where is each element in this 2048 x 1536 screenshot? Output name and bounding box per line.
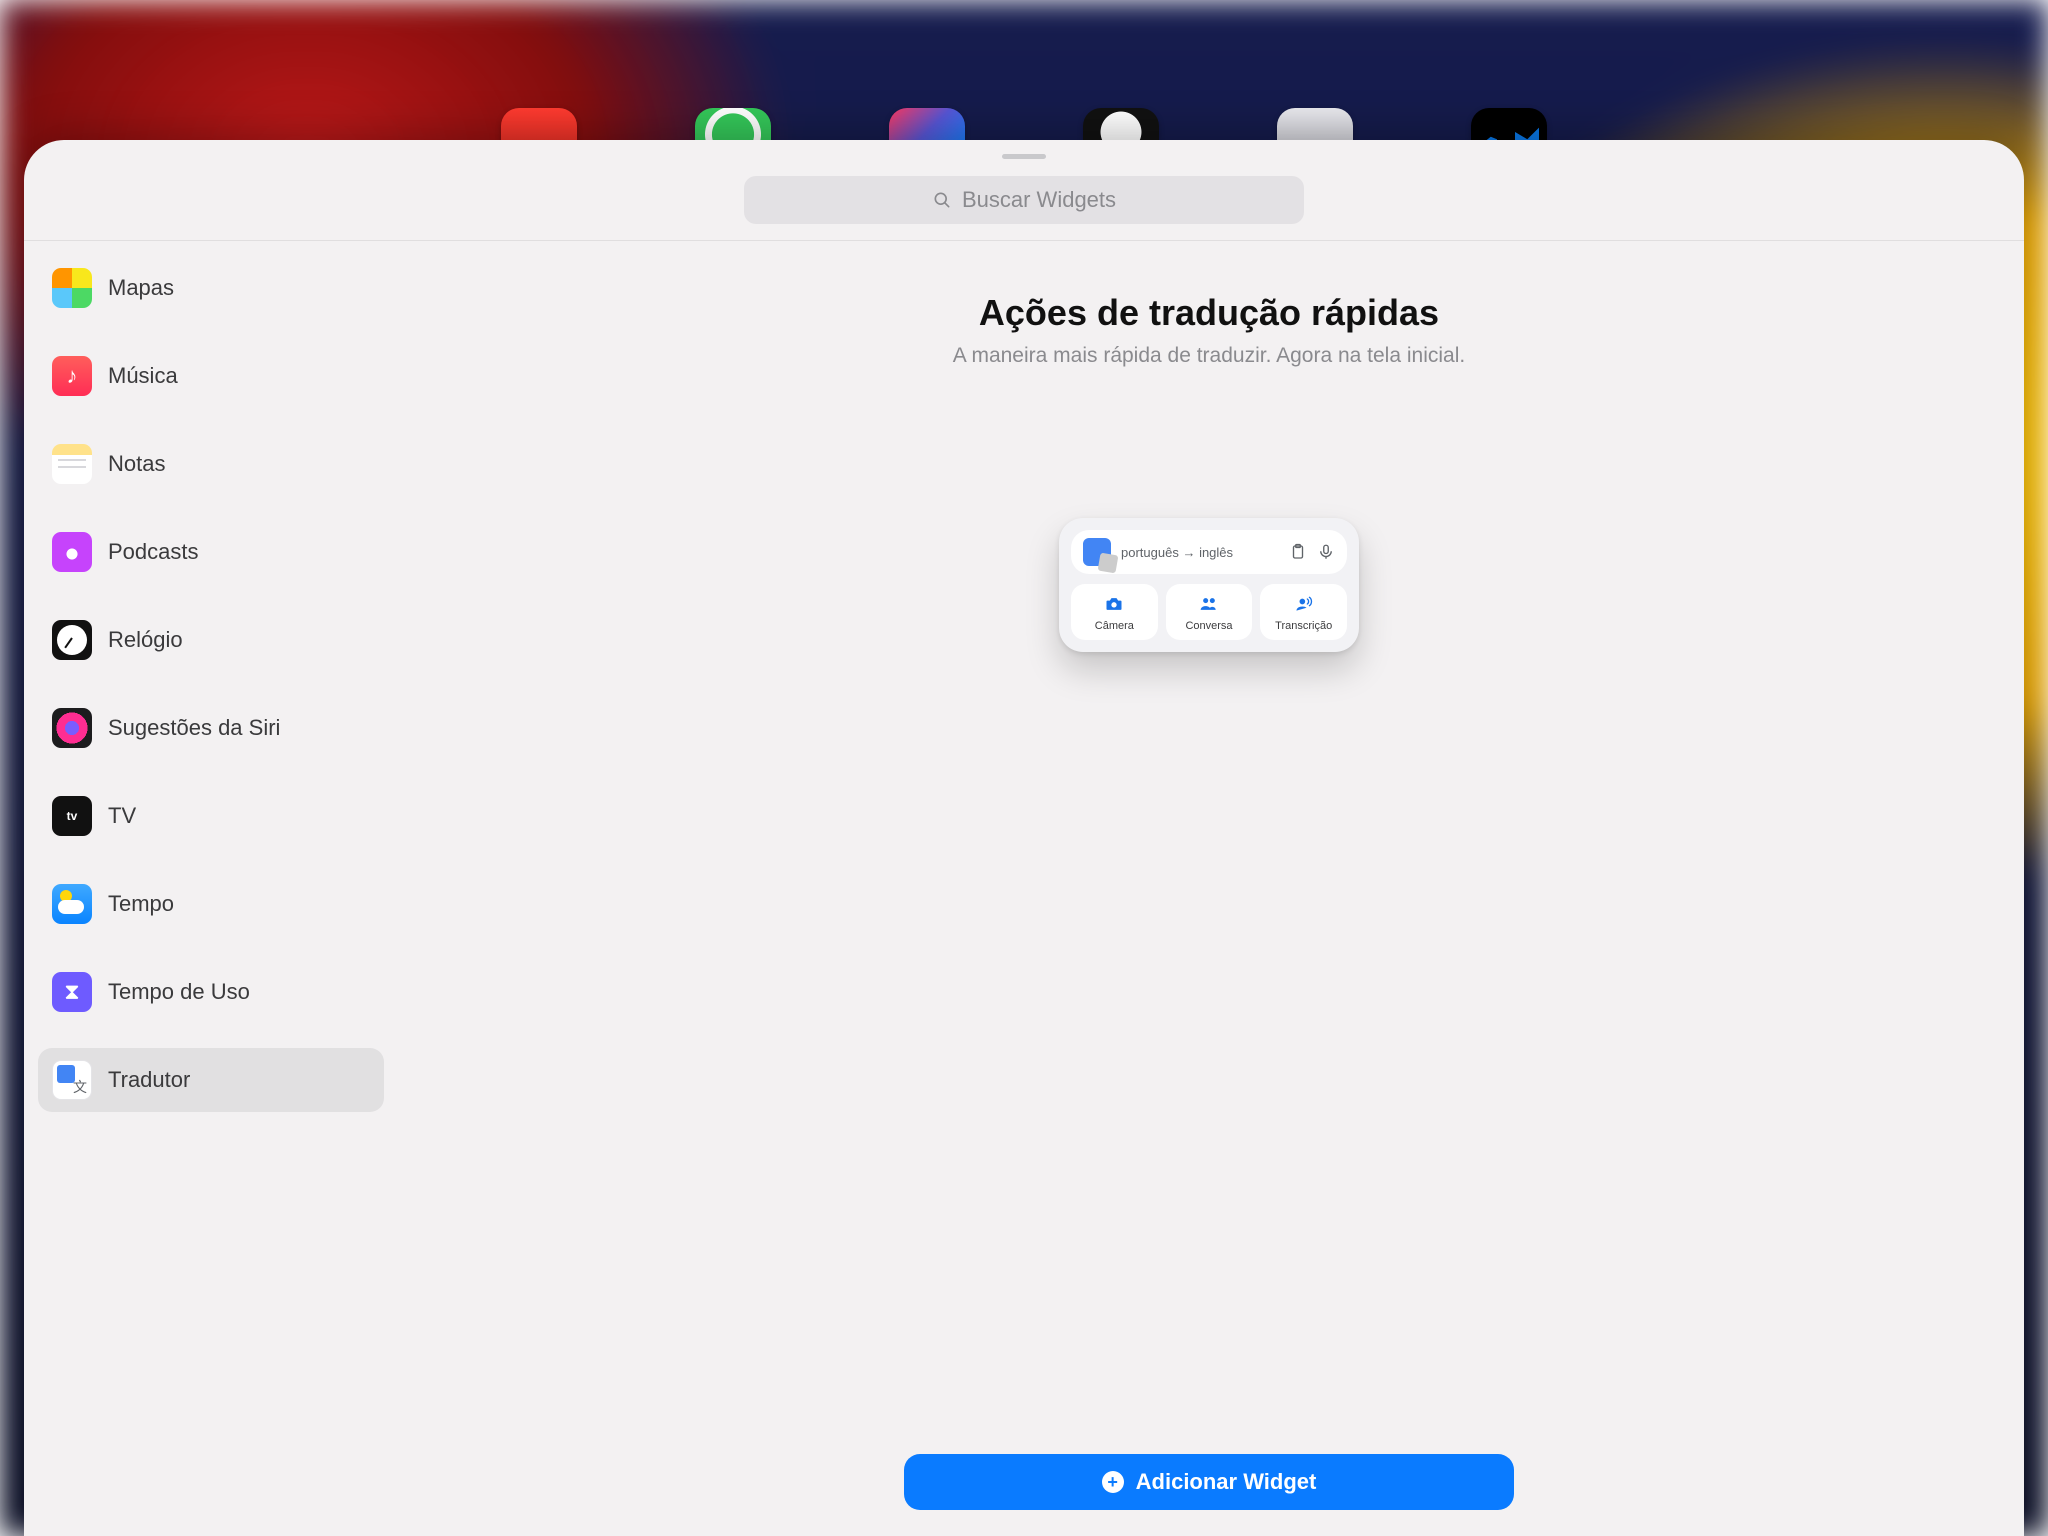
sidebar-item-label: Relógio [108,627,183,653]
weather-icon [52,884,92,924]
transcription-icon [1293,594,1315,614]
sidebar-item-translate[interactable]: Tradutor [38,1048,384,1112]
sidebar-item-music[interactable]: Música [38,344,384,408]
sidebar-item-label: Tempo de Uso [108,979,250,1005]
widget-preview[interactable]: português → inglês Câmera Conversa [1059,518,1359,652]
sheet-grabber[interactable] [1002,154,1046,159]
sidebar-item-maps[interactable]: Mapas [38,256,384,320]
sidebar-item-siri-suggestions[interactable]: Sugestões da Siri [38,696,384,760]
tile-camera: Câmera [1071,584,1158,640]
widget-detail-panel: Ações de tradução rápidas A maneira mais… [394,240,2024,1536]
widget-gallery-sheet: Buscar Widgets Mapas Música Notas Podcas… [24,140,2024,1536]
add-widget-label: Adicionar Widget [1136,1469,1317,1495]
screen-time-icon [52,972,92,1012]
sidebar-item-label: Tradutor [108,1067,190,1093]
google-translate-icon [1083,538,1111,566]
tile-label: Transcrição [1275,620,1332,632]
tile-label: Conversa [1185,620,1232,632]
paste-icon [1289,543,1307,561]
sidebar-item-label: Sugestões da Siri [108,715,280,741]
siri-icon [52,708,92,748]
sidebar-item-label: Tempo [108,891,174,917]
translate-input-row: português → inglês [1071,530,1347,574]
language-pair: português → inglês [1121,545,1233,560]
search-placeholder: Buscar Widgets [962,187,1116,213]
sidebar-item-notes[interactable]: Notas [38,432,384,496]
search-icon [932,190,952,210]
conversation-icon [1198,594,1220,614]
sidebar-item-weather[interactable]: Tempo [38,872,384,936]
music-icon [52,356,92,396]
maps-icon [52,268,92,308]
podcasts-icon [52,532,92,572]
sidebar-item-screen-time[interactable]: Tempo de Uso [38,960,384,1024]
tile-transcription: Transcrição [1260,584,1347,640]
sidebar-item-label: Música [108,363,178,389]
tv-icon: tv [52,796,92,836]
widget-source-sidebar: Mapas Música Notas Podcasts Relógio Suge… [24,240,394,1536]
widget-title: Ações de tradução rápidas [979,292,1439,334]
plus-icon: + [1102,1471,1124,1493]
sidebar-item-label: Mapas [108,275,174,301]
camera-icon [1103,594,1125,614]
tile-label: Câmera [1095,620,1134,632]
microphone-icon [1317,543,1335,561]
sidebar-item-label: TV [108,803,136,829]
sidebar-item-tv[interactable]: tv TV [38,784,384,848]
tile-conversation: Conversa [1166,584,1253,640]
translate-icon [52,1060,92,1100]
sidebar-item-clock[interactable]: Relógio [38,608,384,672]
notes-icon [52,444,92,484]
sidebar-item-label: Podcasts [108,539,199,565]
add-widget-button[interactable]: + Adicionar Widget [904,1454,1514,1510]
search-input[interactable]: Buscar Widgets [744,176,1304,224]
sidebar-item-podcasts[interactable]: Podcasts [38,520,384,584]
widget-subtitle: A maneira mais rápida de traduzir. Agora… [953,344,1465,368]
clock-icon [52,620,92,660]
sidebar-item-label: Notas [108,451,165,477]
